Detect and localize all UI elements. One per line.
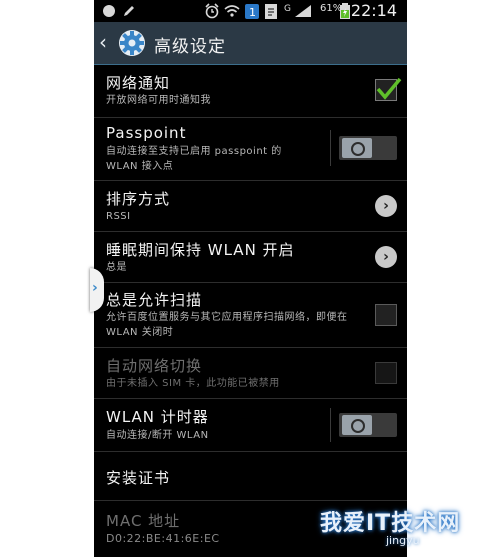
chevron-right-icon[interactable]: ›	[375, 195, 397, 217]
row-title: Passpoint	[106, 124, 187, 142]
row-title: MAC 地址	[106, 512, 181, 530]
wifi-icon	[224, 3, 240, 19]
edit-icon	[122, 3, 136, 19]
chevron-right-icon: ›	[92, 280, 98, 296]
always-allow-scan-checkbox[interactable]	[375, 304, 397, 326]
row-auto-network-switch: 自动网络切换 由于未插入 SIM 卡，此功能已被禁用	[94, 348, 407, 399]
toggle-knob	[342, 415, 372, 435]
back-chevron-icon[interactable]: ‹	[99, 30, 107, 54]
alarm-icon	[204, 3, 220, 19]
chevron-right-icon[interactable]: ›	[375, 246, 397, 268]
row-subtitle: RSSI	[106, 211, 131, 222]
network-notification-checkbox[interactable]	[375, 77, 402, 101]
row-subtitle: 允许百度位置服务与其它应用程序扫描网络，即便在 WLAN 关闭时	[106, 312, 348, 338]
row-title: 睡眠期间保持 WLAN 开启	[106, 241, 295, 259]
auto-network-switch-checkbox	[375, 362, 397, 384]
svg-text:1: 1	[249, 6, 256, 19]
divider	[330, 408, 331, 442]
row-title: 网络通知	[106, 74, 171, 92]
toggle-knob	[342, 138, 372, 158]
watermark-subtext: jingyu	[386, 534, 420, 547]
signal-type-label: G	[284, 4, 291, 14]
row-wlan-timer[interactable]: WLAN 计时器 自动连接/断开 WLAN	[94, 399, 407, 452]
mac-address-value: D0:22:BE:41:6E:EC	[106, 532, 220, 545]
action-bar: ‹ 高级设定	[94, 22, 407, 65]
row-sort-by[interactable]: 排序方式 RSSI ›	[94, 181, 407, 232]
settings-gear-icon[interactable]	[118, 29, 146, 57]
battery-icon	[340, 3, 350, 19]
row-subtitle: 自动连接/断开 WLAN	[106, 430, 209, 441]
page-title: 高级设定	[154, 37, 226, 57]
passpoint-toggle[interactable]	[339, 136, 397, 160]
divider	[330, 130, 331, 166]
document-icon	[264, 3, 278, 19]
row-title: 总是允许扫描	[106, 291, 203, 309]
status-bar: 1 G 61% 22:14	[94, 0, 407, 22]
watermark-logo: 我爱IT技术网	[320, 511, 461, 536]
checkmark-icon	[376, 77, 402, 100]
row-subtitle: 总是	[106, 262, 127, 273]
phone-screen: 1 G 61% 22:14 ‹ 高级设定 网络通知 开放网络可用时通知我 Pas…	[94, 0, 407, 557]
notification-dot-icon	[102, 3, 116, 19]
battery-percent: 61%	[320, 3, 343, 14]
row-install-certificate[interactable]: 安装证书	[94, 452, 407, 501]
wlan-timer-toggle[interactable]	[339, 413, 397, 437]
row-keep-wlan-on-sleep[interactable]: 睡眠期间保持 WLAN 开启 总是 ›	[94, 232, 407, 283]
row-subtitle: 自动连接至支持已启用 passpoint 的 WLAN 接入点	[106, 146, 282, 172]
row-subtitle: 开放网络可用时通知我	[106, 95, 211, 106]
row-title: 排序方式	[106, 190, 171, 208]
row-always-allow-scan[interactable]: 总是允许扫描 允许百度位置服务与其它应用程序扫描网络，即便在 WLAN 关闭时	[94, 283, 407, 348]
signal-icon	[294, 3, 312, 19]
clock: 22:14	[350, 1, 397, 20]
row-network-notification[interactable]: 网络通知 开放网络可用时通知我	[94, 65, 407, 118]
row-subtitle: 由于未插入 SIM 卡，此功能已被禁用	[106, 378, 280, 389]
app-1-icon: 1	[245, 3, 259, 19]
row-title: 安装证书	[106, 469, 171, 487]
row-title: 自动网络切换	[106, 357, 203, 375]
row-title: WLAN 计时器	[106, 408, 209, 426]
row-passpoint[interactable]: Passpoint 自动连接至支持已启用 passpoint 的 WLAN 接入…	[94, 118, 407, 181]
